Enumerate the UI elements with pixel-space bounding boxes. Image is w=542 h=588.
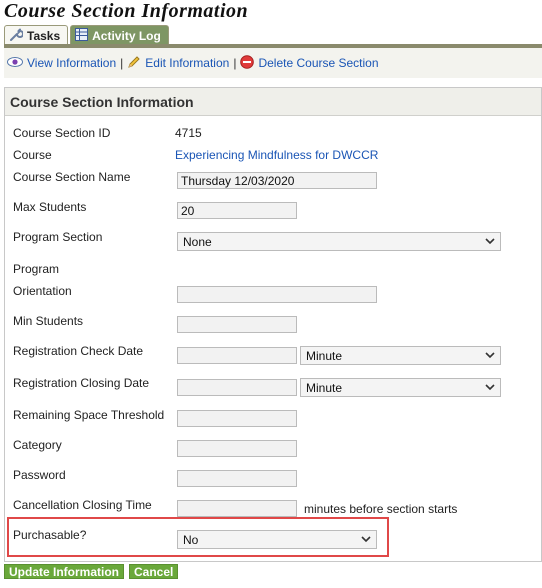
orientation-input[interactable] [177, 286, 377, 303]
edit-information-label: Edit Information [145, 56, 230, 70]
cancellation-time-input[interactable] [177, 500, 297, 517]
max-students-label: Max Students [13, 200, 87, 214]
chevron-down-icon [361, 533, 371, 547]
minus-circle-icon [240, 54, 255, 72]
view-information-link[interactable]: View Information [7, 56, 116, 70]
purchasable-select[interactable]: No [177, 530, 377, 549]
cancellation-time-label: Cancellation Closing Time [13, 498, 152, 512]
reg-check-date-label: Registration Check Date [13, 344, 144, 358]
program-section-select[interactable]: None [177, 232, 501, 251]
section-id-label: Course Section ID [13, 126, 111, 140]
reg-closing-unit-value: Minute [306, 380, 343, 395]
form-buttons: Update Information Cancel [4, 564, 179, 579]
eye-icon [7, 56, 23, 70]
program-section-label: Program Section [13, 230, 103, 244]
category-input[interactable] [177, 440, 297, 457]
page-title: Course Section Information [4, 0, 249, 22]
cancel-button[interactable]: Cancel [129, 564, 179, 579]
max-students-input[interactable]: 20 [177, 202, 297, 219]
reg-check-date-input[interactable] [177, 347, 297, 364]
pencil-icon [127, 55, 141, 72]
delete-course-section-label: Delete Course Section [258, 56, 379, 70]
tab-bar: Tasks Activity Log [4, 25, 169, 46]
reg-closing-date-input[interactable] [177, 379, 297, 396]
purchasable-value: No [183, 532, 199, 547]
purchasable-label: Purchasable? [13, 528, 87, 542]
section-name-label: Course Section Name [13, 170, 131, 184]
program-label: Program [13, 262, 60, 276]
cancellation-time-suffix: minutes before section starts [304, 502, 458, 516]
orientation-label: Orientation [13, 284, 72, 298]
tab-tasks[interactable]: Tasks [4, 25, 69, 46]
reg-closing-date-label: Registration Closing Date [13, 376, 150, 390]
separator: | [233, 56, 237, 70]
chevron-down-icon [485, 235, 495, 249]
tab-activity-log[interactable]: Activity Log [70, 25, 169, 45]
tab-tasks-label: Tasks [27, 29, 61, 43]
view-information-label: View Information [27, 56, 117, 70]
update-information-button[interactable]: Update Information [4, 564, 124, 579]
wrench-icon [9, 28, 24, 45]
reg-check-unit-value: Minute [306, 348, 343, 363]
chevron-down-icon [485, 349, 495, 363]
min-students-label: Min Students [13, 314, 84, 328]
reg-check-unit-select[interactable]: Minute [300, 346, 501, 365]
chevron-down-icon [485, 381, 495, 395]
edit-information-link[interactable]: Edit Information [127, 55, 229, 72]
password-input[interactable] [177, 470, 297, 487]
table-icon [75, 27, 89, 44]
section-name-input[interactable]: Thursday 12/03/2020 [177, 172, 377, 189]
password-label: Password [13, 468, 66, 482]
separator: | [120, 56, 124, 70]
delete-course-section-link[interactable]: Delete Course Section [240, 54, 379, 72]
category-label: Category [13, 438, 62, 452]
remaining-space-label: Remaining Space Threshold [13, 408, 165, 422]
action-bar: View Information | Edit Information | De… [4, 48, 542, 78]
course-link[interactable]: Experiencing Mindfulness for DWCCR [175, 148, 378, 162]
course-label: Course [13, 148, 52, 162]
section-id-value: 4715 [175, 126, 202, 140]
remaining-space-input[interactable] [177, 410, 297, 427]
min-students-input[interactable] [177, 316, 297, 333]
panel-header: Course Section Information [5, 88, 541, 116]
reg-closing-unit-select[interactable]: Minute [300, 378, 501, 397]
tab-activity-log-label: Activity Log [92, 28, 161, 43]
program-section-value: None [183, 234, 212, 249]
